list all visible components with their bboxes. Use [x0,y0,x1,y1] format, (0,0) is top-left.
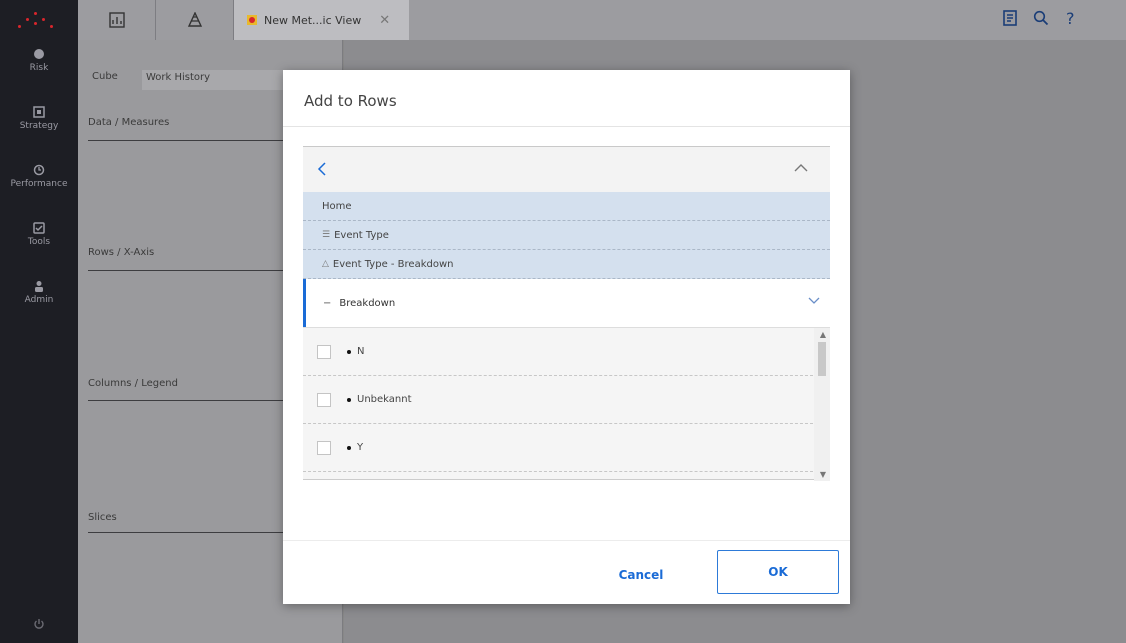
member-checkbox[interactable] [317,440,331,455]
member-label: Y [357,442,364,453]
list-item[interactable]: N [303,328,813,376]
list-item[interactable]: Y [303,424,813,472]
nav-item-label: Admin [24,295,54,305]
breadcrumb-label: Home [322,200,352,212]
side-nav: Risk Strategy Performance Tools Admin [0,0,78,643]
search-icon [1033,10,1049,26]
nav-item-label: Strategy [19,121,59,131]
level-selector[interactable]: − Breakdown [303,279,830,327]
breadcrumb-event-type-breakdown[interactable]: △ Event Type - Breakdown [303,250,830,279]
scroll-up-arrow-icon[interactable]: ▲ [820,330,826,339]
strategy-icon [33,106,45,118]
nav-item-strategy[interactable]: Strategy [0,98,78,156]
metric-view-icon [247,15,257,25]
browser-header [303,146,830,192]
hierarchy-icon: ☰ [322,230,331,240]
help-button[interactable]: ? [1066,9,1075,28]
level-icon: △ [322,259,329,269]
member-checkbox[interactable] [317,392,331,407]
admin-icon [35,281,43,292]
chevron-down-icon[interactable] [808,295,820,308]
nav-item-label: Risk [29,63,49,73]
dialog-title: Add to Rows [304,92,397,110]
app-logo[interactable] [0,0,78,40]
hierarchy-tab[interactable] [156,0,234,40]
nav-item-performance[interactable]: Performance [0,156,78,214]
close-icon[interactable]: ✕ [379,13,390,28]
ok-button[interactable]: OK [717,550,839,594]
tools-icon [33,222,45,234]
member-checkbox[interactable] [317,344,331,359]
power-button[interactable] [0,618,78,633]
chevron-left-icon[interactable] [317,161,327,180]
risk-icon [34,49,44,59]
pyramid-icon [187,12,202,27]
bullet-icon [347,349,351,354]
help-icon: ? [1066,9,1075,28]
performance-icon [33,164,45,176]
nav-item-risk[interactable]: Risk [0,40,78,98]
nav-item-tools[interactable]: Tools [0,214,78,272]
collapse-icon[interactable]: − [323,298,331,309]
bullet-icon [347,445,351,450]
power-icon [34,619,44,629]
breadcrumb-event-type[interactable]: ☰ Event Type [303,221,830,250]
breadcrumb-home[interactable]: Home [303,192,830,221]
level-label: Breakdown [339,297,396,309]
scroll-down-arrow-icon[interactable]: ▼ [820,470,826,479]
cancel-button[interactable]: Cancel [606,560,676,590]
search-button[interactable] [1033,10,1049,30]
add-to-rows-dialog: Add to Rows Home ☰ Event Type △ Event Ty… [283,70,850,604]
nav-item-label: Performance [10,179,68,189]
list-item[interactable]: Unbekannt [303,376,813,424]
chevron-up-icon[interactable] [794,161,808,177]
top-bar: New Met...ic View ✕ ? [78,0,1126,40]
breadcrumb-label: Event Type [334,229,389,241]
member-label: N [357,346,365,357]
member-label: Unbekannt [357,394,412,405]
tab-metric-view[interactable]: New Met...ic View ✕ [234,0,409,40]
breadcrumb-label: Event Type - Breakdown [332,258,454,270]
bullet-icon [347,397,351,402]
member-browser: Home ☰ Event Type △ Event Type - Breakdo… [303,146,830,560]
nav-item-admin[interactable]: Admin [0,272,78,330]
report-icon [1003,10,1017,26]
nav-item-label: Tools [27,237,51,247]
dashboard-tab[interactable] [78,0,156,40]
report-button[interactable] [1003,10,1017,30]
dashboard-icon [108,12,125,28]
member-scrollbar[interactable]: ▲ ▼ [814,328,830,481]
member-list: N Unbekannt Y ▲ ▼ [303,327,830,481]
tab-label: New Met...ic View [264,13,362,27]
scrollbar-thumb[interactable] [818,342,826,376]
